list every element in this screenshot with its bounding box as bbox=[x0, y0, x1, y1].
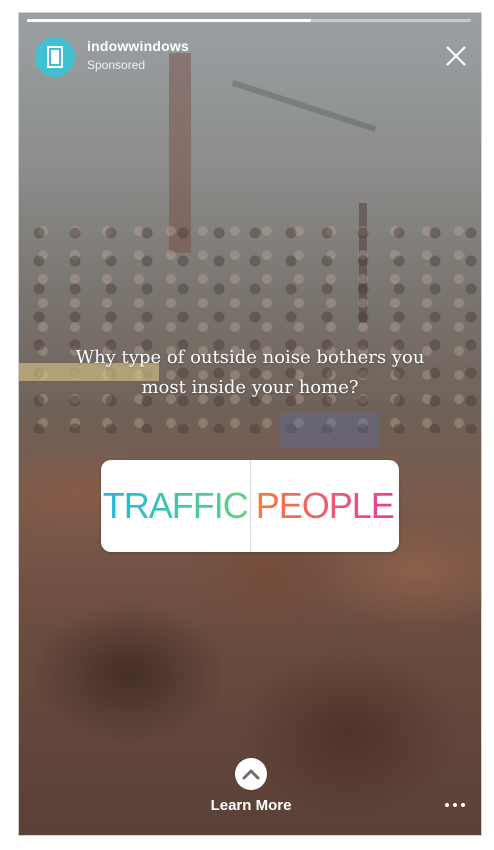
learn-more-link[interactable]: Learn More bbox=[179, 797, 323, 814]
close-button[interactable] bbox=[443, 43, 469, 69]
story-progress-bar bbox=[27, 19, 471, 22]
poll-option-label: TRAFFIC bbox=[102, 485, 249, 526]
more-options-icon bbox=[445, 803, 449, 807]
account-avatar[interactable] bbox=[35, 37, 75, 77]
poll-option-traffic[interactable]: TRAFFIC bbox=[101, 460, 250, 552]
background-photo-banner bbox=[279, 413, 379, 447]
more-options-button[interactable] bbox=[443, 799, 467, 811]
story-progress-fill bbox=[27, 19, 312, 22]
poll-sticker: TRAFFIC PEOPLE bbox=[101, 460, 399, 552]
background-photo-beam bbox=[231, 79, 377, 133]
swipe-up-button[interactable] bbox=[235, 758, 267, 790]
poll-option-label: PEOPLE bbox=[255, 485, 395, 526]
window-icon bbox=[47, 46, 63, 68]
close-icon bbox=[446, 46, 466, 66]
story-frame: indowwindows Sponsored Why type of outsi… bbox=[18, 12, 482, 836]
poll-option-people[interactable]: PEOPLE bbox=[251, 460, 400, 552]
sponsored-label: Sponsored bbox=[87, 58, 146, 72]
chevron-up-icon bbox=[242, 769, 260, 780]
poll-question: Why type of outside noise bothers you mo… bbox=[75, 347, 425, 398]
account-name[interactable]: indowwindows bbox=[87, 38, 189, 54]
